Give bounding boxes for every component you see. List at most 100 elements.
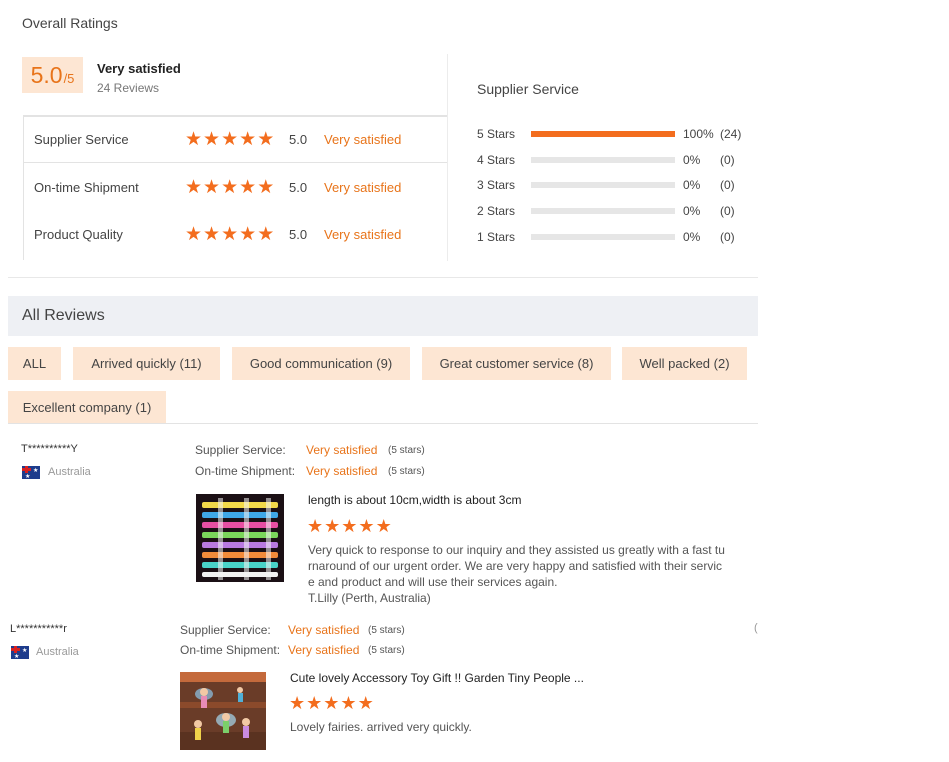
star-icon: ★ [221,224,239,245]
product-title[interactable]: Cute lovely Accessory Toy Gift !! Garden… [290,671,584,685]
star-icon: ★ [306,693,323,713]
union-jack-icon [22,466,31,473]
overall-verdict: Very satisfied [97,61,181,76]
rating-label: Supplier Service [34,132,129,147]
filter-tag-excellent-company[interactable]: Excellent company (1) [8,391,166,424]
rating-text: Very satisfied [324,227,402,242]
star-icon: ★ [375,516,392,536]
star-icon: ★ [257,224,275,245]
overall-score-badge: 5.0/5 [22,57,83,93]
star-bar-row: 1 Stars 0% (0) [477,229,757,247]
edge-mark: ( [754,622,758,634]
shipment-value: Very satisfied [288,643,360,657]
star-bar-track [531,157,675,163]
filter-tag-all[interactable]: ALL [8,347,61,380]
rating-row-shipment: On-time Shipment ★★★★★ 5.0 Very satisfie… [23,164,447,211]
star-bar-label: 4 Stars [477,153,516,167]
star-icon: ★ [324,516,341,536]
rating-label: Product Quality [34,227,123,242]
star-icon: ★ [340,693,357,713]
product-image [202,498,278,580]
star-bar-label: 2 Stars [477,204,516,218]
rating-row-quality: Product Quality ★★★★★ 5.0 Very satisfied [23,211,447,258]
review-item: T**********Y ★ ★ Australia Supplier Serv… [0,436,760,608]
star-icon: ★ [257,177,275,198]
star-icon: ★ [185,177,203,198]
star-bar-label: 1 Stars [477,230,516,244]
shipment-stars: (5 stars) [388,466,425,477]
supplier-service-value: Very satisfied [306,443,378,457]
star-bar-row: 5 Stars 100% (24) [477,126,757,144]
divider [447,54,448,261]
product-thumbnail[interactable] [180,672,266,750]
star-glyph: ★ [33,468,39,474]
rating-row-supplier: Supplier Service ★★★★★ 5.0 Very satisfie… [23,116,447,163]
star-icon: ★ [185,129,203,150]
product-title[interactable]: length is about 10cm,width is about 3cm [308,493,521,507]
star-icon: ★ [239,129,257,150]
australia-flag-icon: ★ ★ [11,646,29,659]
review-body-line: rnaround of our urgent order. We are ver… [308,559,722,573]
supplier-service-stars: (5 stars) [388,445,425,456]
product-thumbnail[interactable] [196,494,284,582]
star-bar-count: (0) [720,204,735,218]
product-image [180,672,266,750]
star-bar-count: (0) [720,230,735,244]
star-bar-label: 5 Stars [477,127,516,141]
union-jack-icon [11,646,20,653]
review-star-rating: ★★★★★ [289,694,375,712]
reviewer-country: Australia [36,646,79,658]
star-glyph: ★ [14,654,20,659]
reviewer-name: L***********r [10,623,67,635]
supplier-service-stars: (5 stars) [368,625,405,636]
fairy-figurines-image [180,672,266,750]
star-icon: ★ [239,177,257,198]
filter-tag-well-packed[interactable]: Well packed (2) [622,347,747,380]
review-item: L***********r ★ ★ Australia Supplier Ser… [0,616,770,762]
review-body: Lovely fairies. arrived very quickly. [290,719,472,735]
star-icon: ★ [341,516,358,536]
star-bar-percent: 0% [683,178,701,192]
star-glyph: ★ [25,474,31,479]
filter-tag-great-customer-service[interactable]: Great customer service (8) [422,347,611,380]
filter-tag-good-communication[interactable]: Good communication (9) [232,347,410,380]
star-bar-label: 3 Stars [477,178,516,192]
shipment-stars: (5 stars) [368,645,405,656]
review-body-line: T.Lilly (Perth, Australia) [308,591,431,605]
star-icon: ★ [203,129,221,150]
star-icon: ★ [221,177,239,198]
all-reviews-title: All Reviews [22,307,105,324]
star-bar-row: 4 Stars 0% (0) [477,152,757,170]
distribution-title: Supplier Service [477,81,579,97]
divider [8,423,758,424]
star-bar-count: (0) [720,178,735,192]
overall-reviews-count: 24 Reviews [97,81,160,95]
reviewer-name: T**********Y [21,443,78,455]
star-icon: ★ [357,693,374,713]
review-star-rating: ★★★★★ [307,517,393,535]
star-glyph: ★ [22,648,28,654]
shipment-value: Very satisfied [306,464,378,478]
rating-value: 5.0 [289,227,308,242]
rating-label: On-time Shipment [34,180,139,195]
divider [8,277,758,278]
star-bar-percent: 0% [683,230,701,244]
hair-clips-image [202,498,278,580]
shipment-label: On-time Shipment: [180,643,281,657]
supplier-service-value: Very satisfied [288,623,360,637]
star-bar-percent: 0% [683,204,701,218]
star-icon: ★ [239,224,257,245]
rating-value: 5.0 [289,180,308,195]
shipment-label: On-time Shipment: [195,464,296,478]
overall-score: 5.0 [30,61,63,88]
supplier-service-label: Supplier Service: [180,623,271,637]
star-icon: ★ [221,129,239,150]
review-body: Very quick to response to our inquiry an… [308,542,725,606]
star-bar-count: (24) [720,127,742,141]
rating-text: Very satisfied [324,132,402,147]
star-icon: ★ [203,224,221,245]
star-bar-track [531,182,675,188]
filter-tag-arrived-quickly[interactable]: Arrived quickly (11) [73,347,220,380]
star-bar-track [531,208,675,214]
australia-flag-icon: ★ ★ [22,466,40,479]
